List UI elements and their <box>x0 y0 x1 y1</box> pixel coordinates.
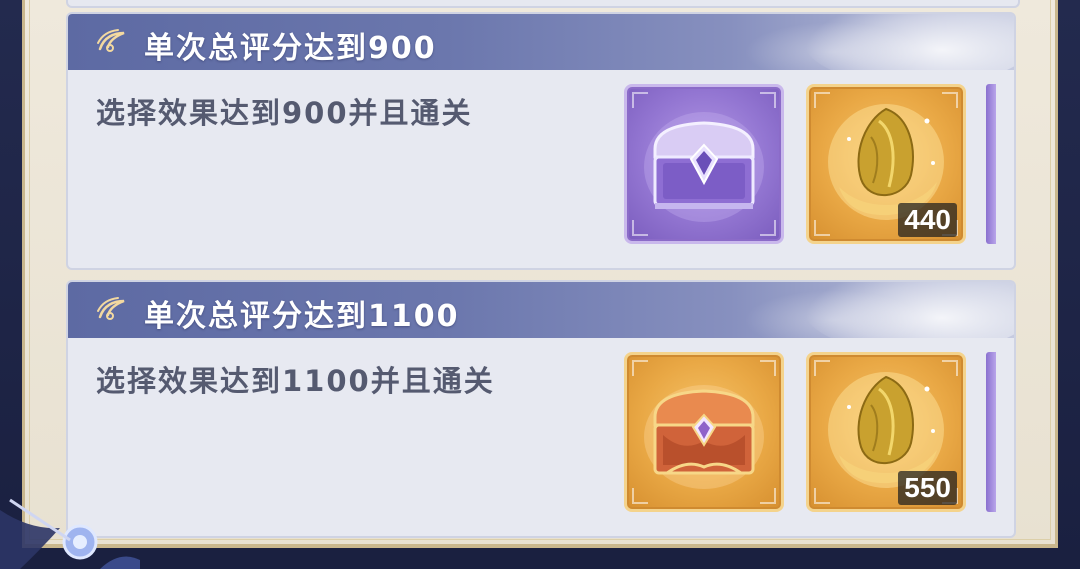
reward-slot-chest[interactable] <box>624 352 784 512</box>
orange-chest-icon <box>644 385 764 489</box>
task-description: 选择效果达到1100并且通关 <box>96 364 495 398</box>
swirl-icon <box>97 297 125 320</box>
reward-slot-partial[interactable] <box>986 84 996 244</box>
task-title: 单次总评分达到1100 <box>144 299 460 334</box>
task-description: 选择效果达到900并且通关 <box>96 96 473 130</box>
reward-slot-seed[interactable]: 550 <box>806 352 966 512</box>
reward-slot-seed[interactable]: 440 <box>806 84 966 244</box>
task-card-header: 单次总评分达到900 <box>68 14 1014 70</box>
swirl-icon <box>97 29 125 52</box>
reward-quantity: 550 <box>898 471 957 505</box>
previous-task-card-edge <box>66 0 1020 8</box>
reward-slot-partial[interactable] <box>986 352 996 512</box>
task-card: 单次总评分达到900 选择效果达到900并且通关 440 <box>66 12 1016 270</box>
reward-quantity: 440 <box>898 203 957 237</box>
task-title: 单次总评分达到900 <box>144 31 437 66</box>
task-card: 单次总评分达到1100 选择效果达到1100并且通关 550 <box>66 280 1016 538</box>
task-card-header: 单次总评分达到1100 <box>68 282 1014 338</box>
reward-slot-chest[interactable] <box>624 84 784 244</box>
purple-chest-icon <box>644 112 764 222</box>
corner-ornament-icon <box>0 498 140 569</box>
